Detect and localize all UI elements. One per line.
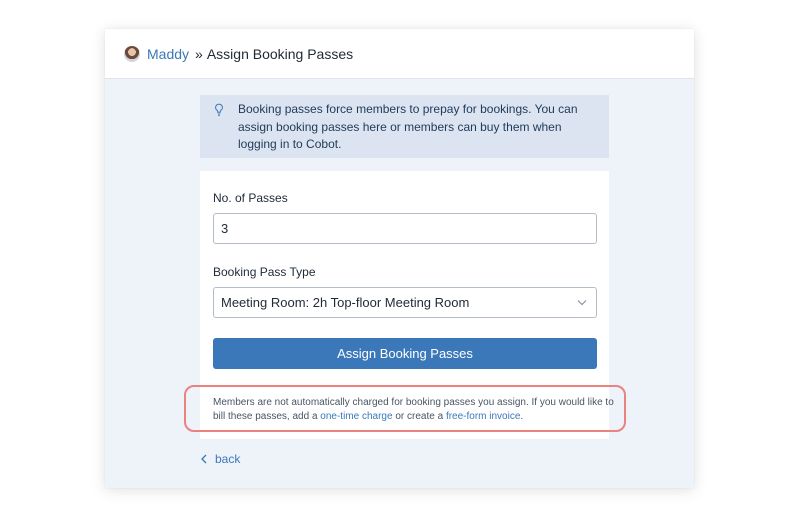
assign-passes-panel: Maddy » Assign Booking Passes Booking pa… bbox=[105, 29, 694, 488]
pass-type-value: Meeting Room: 2h Top-floor Meeting Room bbox=[221, 295, 470, 310]
billing-note-end: . bbox=[520, 411, 524, 422]
back-label: back bbox=[215, 452, 241, 466]
passes-count-value: 3 bbox=[221, 221, 229, 236]
breadcrumb: Maddy » Assign Booking Passes bbox=[105, 29, 694, 79]
lightbulb-icon bbox=[215, 103, 223, 117]
passes-count-input[interactable]: 3 bbox=[213, 213, 597, 244]
chevron-left-icon bbox=[201, 454, 207, 464]
pass-type-label: Booking Pass Type bbox=[213, 265, 316, 279]
free-form-invoice-link[interactable]: free-form invoice bbox=[446, 411, 520, 422]
passes-label: No. of Passes bbox=[213, 191, 288, 205]
member-name-link[interactable]: Maddy bbox=[147, 46, 189, 62]
billing-note-middle: or create a bbox=[395, 411, 444, 422]
avatar bbox=[124, 45, 140, 62]
page-title: Assign Booking Passes bbox=[206, 45, 354, 62]
one-time-charge-link[interactable]: one-time charge bbox=[320, 411, 392, 422]
chevron-down-icon bbox=[577, 300, 587, 306]
back-link[interactable]: back bbox=[201, 452, 240, 466]
pass-type-select[interactable]: Meeting Room: 2h Top-floor Meeting Room bbox=[213, 287, 597, 318]
breadcrumb-separator: » bbox=[195, 45, 203, 62]
info-box: Booking passes force members to prepay f… bbox=[200, 95, 609, 158]
assign-booking-passes-button[interactable]: Assign Booking Passes bbox=[213, 338, 597, 369]
billing-note: Members are not automatically charged fo… bbox=[184, 385, 626, 432]
info-text: Booking passes force members to prepay f… bbox=[238, 102, 578, 151]
